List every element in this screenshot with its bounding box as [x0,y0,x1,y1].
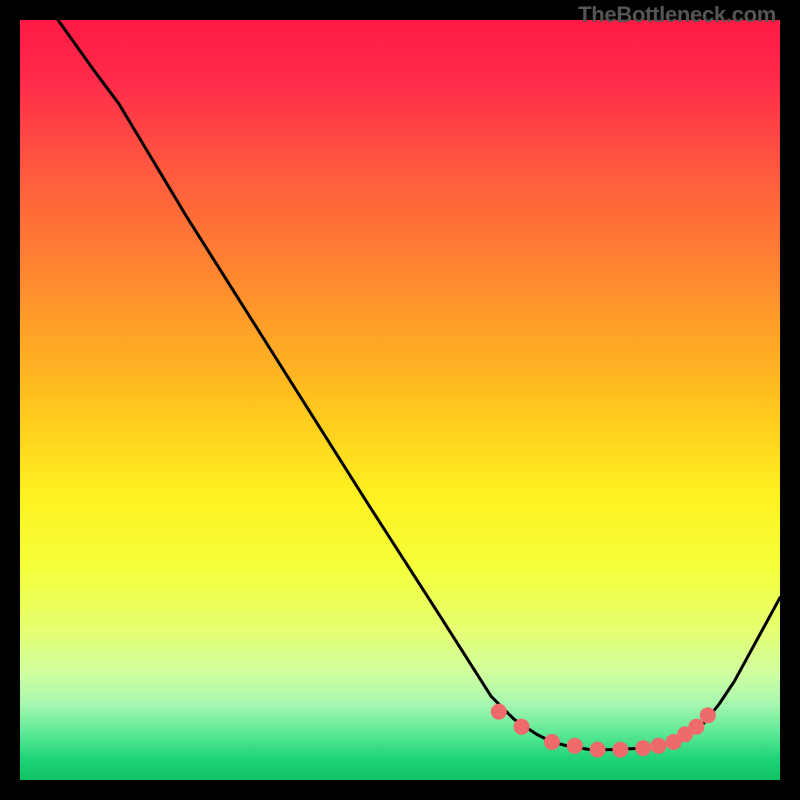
marker-dot [635,740,651,756]
watermark-text: TheBottleneck.com [578,2,776,28]
chart-svg [20,20,780,780]
marker-dot [567,738,583,754]
marker-dot [612,742,628,758]
marker-dot [650,738,666,754]
marker-dot [491,704,507,720]
marker-dot [544,734,560,750]
marker-dot [688,719,704,735]
marker-dot [700,707,716,723]
plot-area [20,20,780,780]
marker-dot [514,719,530,735]
frame: TheBottleneck.com [0,0,800,800]
marker-dot [590,742,606,758]
gradient-background [20,20,780,780]
